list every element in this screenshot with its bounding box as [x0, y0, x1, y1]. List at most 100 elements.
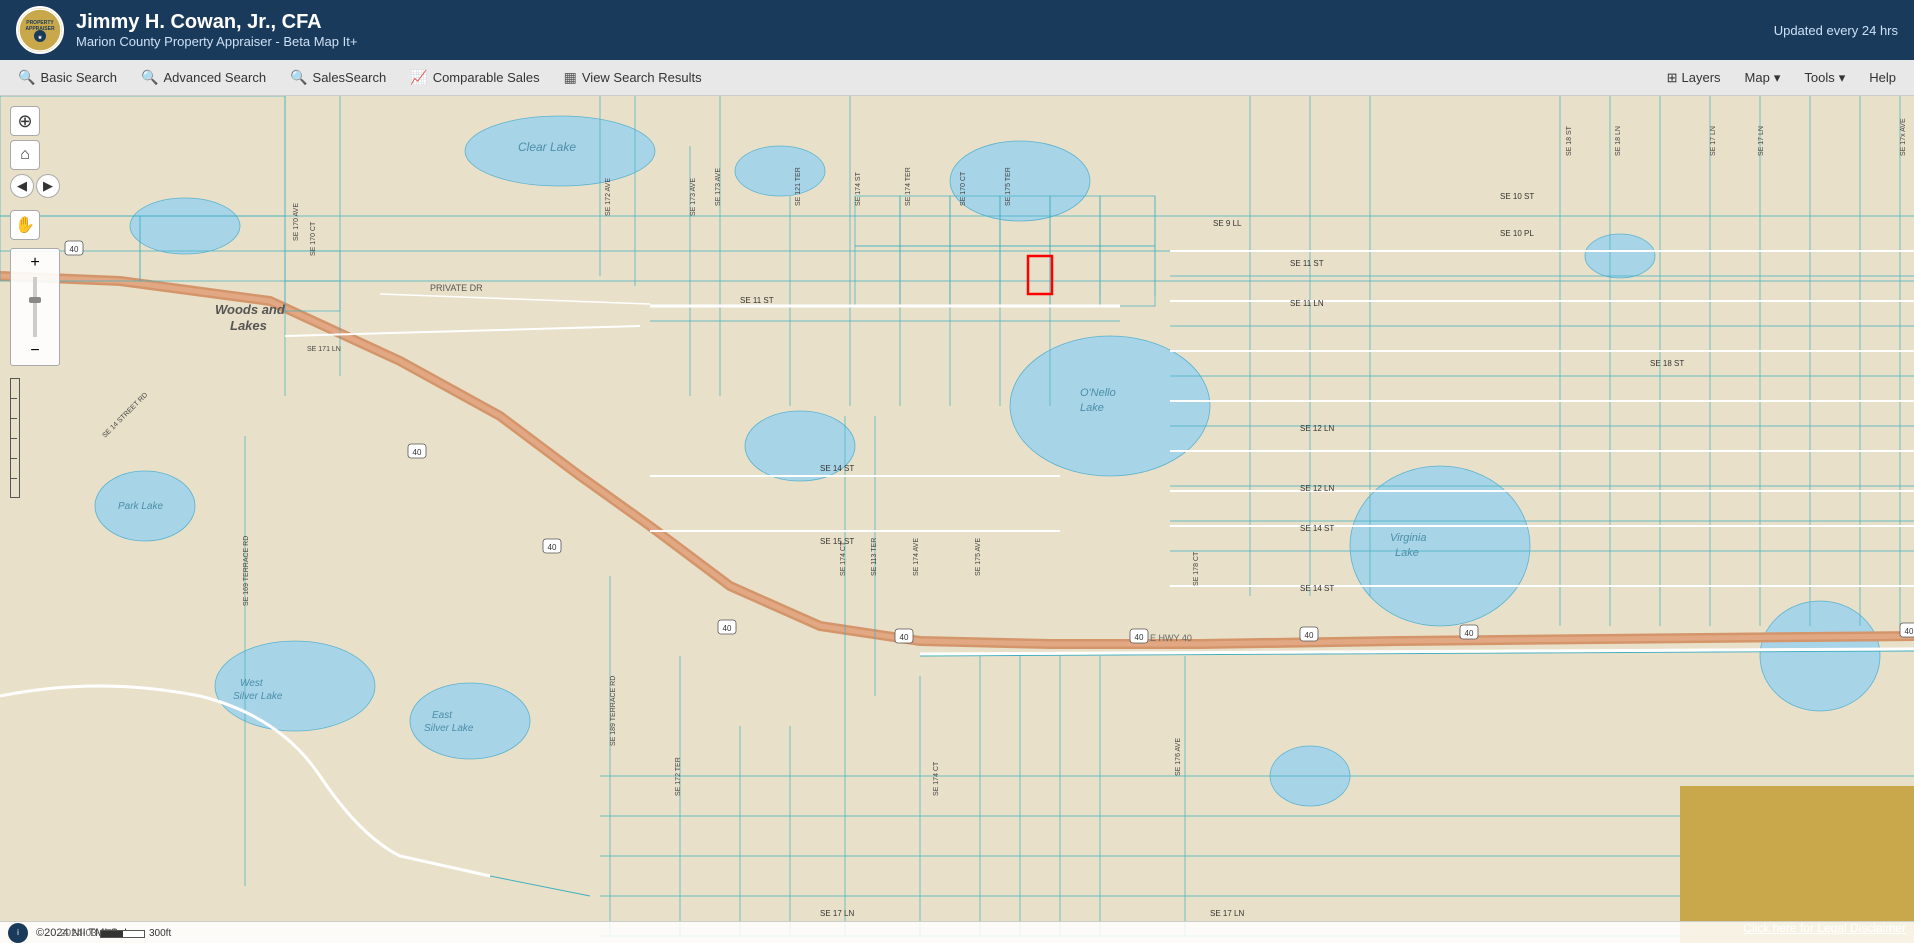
svg-text:East: East [432, 710, 453, 721]
comparable-sales-label: Comparable Sales [433, 70, 540, 85]
svg-text:SE 169 TERRACE RD: SE 169 TERRACE RD [243, 536, 250, 606]
tools-chevron-icon: ▾ [1839, 70, 1846, 86]
nav-prev-button[interactable]: ◀ [10, 174, 34, 198]
svg-text:West: West [240, 678, 264, 689]
svg-text:SE 9 LL: SE 9 LL [1213, 219, 1242, 228]
svg-text:SE 170 AVE: SE 170 AVE [293, 203, 300, 241]
svg-text:40: 40 [1135, 633, 1144, 642]
layers-button[interactable]: ⊞ Layers [1657, 66, 1731, 90]
svg-text:SE 10 PL: SE 10 PL [1500, 229, 1534, 238]
search-icon-3: 🔍 [290, 69, 307, 86]
zoom-handle[interactable] [29, 297, 41, 303]
view-results-label: View Search Results [582, 70, 702, 85]
tools-button[interactable]: Tools ▾ [1794, 66, 1855, 90]
header-title: Jimmy H. Cowan, Jr., CFA Marion County P… [76, 11, 357, 49]
search-icon: 🔍 [18, 69, 35, 86]
zoom-controls: + − [10, 248, 60, 366]
zoom-scale [33, 277, 37, 337]
nav-next-button[interactable]: ▶ [36, 174, 60, 198]
sales-search-label: SalesSearch [313, 70, 387, 85]
svg-text:PRIVATE DR: PRIVATE DR [430, 283, 483, 293]
svg-text:SE 173 AVE: SE 173 AVE [690, 178, 697, 216]
update-status: Updated every 24 hrs [1774, 23, 1898, 38]
svg-text:SE 17 LN: SE 17 LN [1710, 126, 1717, 156]
pan-tool-button[interactable]: ✋ [10, 210, 40, 240]
svg-text:40: 40 [1465, 629, 1474, 638]
svg-text:SE 14 ST: SE 14 ST [1300, 524, 1334, 533]
svg-text:SE 175 AVE: SE 175 AVE [975, 538, 982, 576]
svg-text:40: 40 [1305, 631, 1314, 640]
advanced-search-label: Advanced Search [163, 70, 266, 85]
home-button[interactable]: ⌂ [10, 140, 40, 170]
svg-text:SE 174 AVE: SE 174 AVE [913, 538, 920, 576]
search-icon-2: 🔍 [141, 69, 158, 86]
toolbar: 🔍 Basic Search 🔍 Advanced Search 🔍 Sales… [0, 60, 1914, 96]
svg-text:SE 17 LN: SE 17 LN [1758, 126, 1765, 156]
svg-text:SE 170 CT: SE 170 CT [960, 171, 967, 206]
header-left: PROPERTY APPRAISER ★ Jimmy H. Cowan, Jr.… [16, 6, 357, 54]
svg-text:SE 11 ST: SE 11 ST [740, 296, 774, 305]
zoom-in-button[interactable]: + [23, 251, 47, 275]
svg-text:SE 18 ST: SE 18 ST [1566, 125, 1573, 156]
map-controls: ⊕ ⌂ ◀ ▶ ✋ + − [10, 106, 60, 498]
svg-text:SE 174 CT: SE 174 CT [840, 541, 847, 576]
svg-text:SE 18 LN: SE 18 LN [1615, 126, 1622, 156]
svg-text:SE 113 TER: SE 113 TER [871, 538, 878, 576]
svg-text:SE 173 AVE: SE 173 AVE [715, 168, 722, 206]
tools-label: Tools [1804, 70, 1834, 85]
svg-text:SE 12 LN: SE 12 LN [1300, 424, 1334, 433]
svg-text:SE 172 TER: SE 172 TER [675, 757, 682, 796]
zoom-out-button[interactable]: − [23, 339, 47, 363]
appraiser-subtitle: Marion County Property Appraiser - Beta … [76, 34, 357, 49]
layers-label: Layers [1682, 70, 1721, 85]
svg-text:SE 174 ST: SE 174 ST [855, 171, 862, 206]
svg-text:SE 10 ST: SE 10 ST [1500, 192, 1534, 201]
svg-text:40: 40 [548, 543, 557, 552]
svg-text:Woods and: Woods and [215, 302, 286, 317]
gps-button[interactable]: ⊕ [10, 106, 40, 136]
basic-search-button[interactable]: 🔍 Basic Search [8, 65, 127, 90]
map-label: Map [1745, 70, 1770, 85]
comparable-sales-button[interactable]: 📈 Comparable Sales [400, 65, 549, 90]
svg-text:SE 176 AVE: SE 176 AVE [1175, 738, 1182, 776]
svg-text:SE 175 TER: SE 175 TER [1005, 167, 1012, 206]
legal-disclaimer-button[interactable]: Click here for Legal Disclaimer [1680, 786, 1914, 943]
scale-label: 300ft [149, 928, 171, 939]
svg-text:★: ★ [38, 35, 43, 41]
svg-text:SE 178 CT: SE 178 CT [1193, 551, 1200, 586]
view-results-button[interactable]: ▦ View Search Results [554, 65, 712, 90]
svg-text:40: 40 [1905, 627, 1914, 636]
grid-icon: ▦ [564, 69, 577, 86]
svg-text:SE 14 ST: SE 14 ST [820, 464, 854, 473]
svg-text:Silver Lake: Silver Lake [233, 691, 283, 702]
svg-text:Park Lake: Park Lake [118, 501, 163, 512]
svg-text:40: 40 [723, 624, 732, 633]
bottom-bar: i ©2024 NII TMLS, Inc 2024-03-07A 300ft [0, 921, 1914, 943]
svg-text:40: 40 [70, 245, 79, 254]
svg-text:Virginia: Virginia [1390, 532, 1427, 544]
sales-search-button[interactable]: 🔍 SalesSearch [280, 65, 396, 90]
chart-icon: 📈 [410, 69, 427, 86]
svg-text:SE 174 TER: SE 174 TER [905, 167, 912, 206]
logo: PROPERTY APPRAISER ★ [16, 6, 64, 54]
svg-text:SE 17x AVE: SE 17x AVE [1900, 118, 1907, 156]
svg-text:SE 17 LN: SE 17 LN [1210, 909, 1244, 918]
header: PROPERTY APPRAISER ★ Jimmy H. Cowan, Jr.… [0, 0, 1914, 60]
svg-text:SE 18 ST: SE 18 ST [1650, 359, 1684, 368]
map-container[interactable]: SE 170 AVE SE 170 CT SE 172 AVE SE 173 A… [0, 96, 1914, 943]
svg-text:SE 11 LN: SE 11 LN [1290, 299, 1324, 308]
svg-text:E HWY 40: E HWY 40 [1150, 633, 1192, 643]
basic-search-label: Basic Search [40, 70, 117, 85]
svg-text:SE 17 LN: SE 17 LN [820, 909, 854, 918]
map-button[interactable]: Map ▾ [1735, 66, 1791, 90]
svg-text:SE 11 ST: SE 11 ST [1290, 259, 1324, 268]
appraiser-name: Jimmy H. Cowan, Jr., CFA [76, 11, 357, 34]
map-chevron-icon: ▾ [1774, 70, 1781, 86]
svg-text:SE 189 TERRACE RD: SE 189 TERRACE RD [610, 676, 617, 746]
svg-text:SE 15 ST: SE 15 ST [820, 537, 854, 546]
svg-text:SE 171 LN: SE 171 LN [307, 346, 341, 353]
advanced-search-button[interactable]: 🔍 Advanced Search [131, 65, 276, 90]
svg-text:40: 40 [413, 448, 422, 457]
toolbar-right: ⊞ Layers Map ▾ Tools ▾ Help [1657, 66, 1906, 90]
help-button[interactable]: Help [1859, 66, 1906, 89]
